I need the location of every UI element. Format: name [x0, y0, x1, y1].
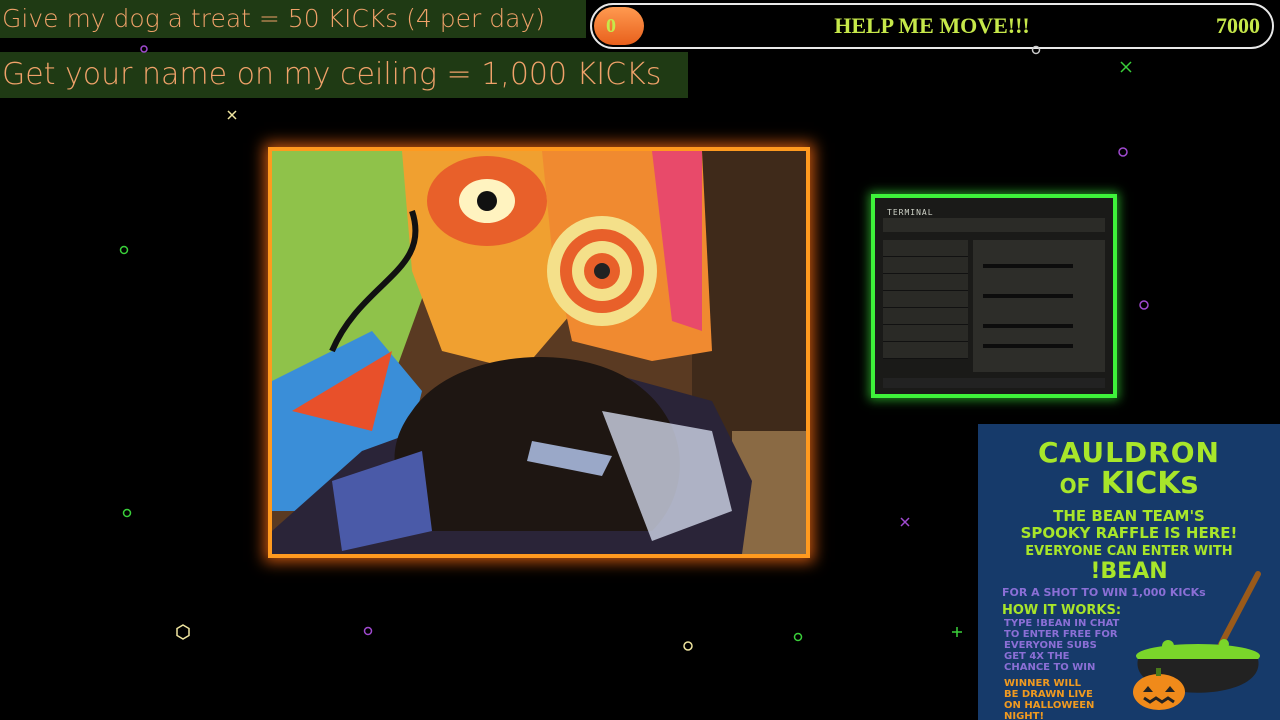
circle-particle	[1139, 300, 1149, 310]
poster-title-of: OF	[1059, 474, 1091, 498]
terminal-list-item	[883, 291, 968, 308]
webcam-image	[272, 151, 806, 554]
terminal-list-item	[883, 308, 968, 325]
circle-particle	[119, 245, 129, 255]
poster-title-line2: OF KICKs	[978, 468, 1280, 502]
dog-treat-banner: Give my dog a treat = 50 KICKs (4 per da…	[0, 0, 586, 38]
game-capture-window: TERMINAL	[871, 194, 1117, 398]
hexagon-particle	[176, 624, 190, 640]
cross-particle	[900, 517, 910, 527]
donation-goal-bar: 0 HELP ME MOVE!!! 7000	[590, 3, 1274, 49]
terminal-list-item	[883, 342, 968, 359]
raffle-poster: CAULDRON OF KICKs THE BEAN TEAM'S SPOOKY…	[978, 424, 1280, 720]
terminal-list-item	[883, 325, 968, 342]
pumpkin-icon	[1133, 668, 1185, 710]
terminal-list	[883, 240, 968, 359]
terminal-title: TERMINAL	[887, 208, 934, 217]
poster-title-kicks: KICKs	[1100, 466, 1199, 501]
terminal-footer	[883, 378, 1105, 388]
terminal-list-item	[883, 274, 968, 291]
circle-particle	[793, 632, 803, 642]
terminal-progress-bar	[983, 324, 1073, 328]
terminal-tab-bar	[883, 218, 1105, 232]
terminal-list-item	[883, 240, 968, 257]
webcam-feed	[268, 147, 810, 558]
poster-subtitle-3: EVERYONE CAN ENTER WITH	[1025, 544, 1233, 559]
circle-particle	[1031, 45, 1041, 55]
goal-title: HELP ME MOVE!!!	[834, 13, 1030, 38]
circle-particle	[122, 508, 132, 518]
circle-particle	[1118, 147, 1128, 157]
poster-subtitle-1: THE BEAN TEAM'S	[1053, 507, 1205, 525]
circle-particle	[140, 45, 148, 53]
plus-particle	[952, 627, 962, 637]
terminal-progress-bar	[983, 344, 1073, 348]
cross-particle	[227, 110, 237, 120]
terminal-progress-bar	[983, 294, 1073, 298]
terminal-progress-bar	[983, 264, 1073, 268]
terminal-main-panel	[973, 240, 1105, 372]
poster-title-line1: CAULDRON	[1038, 436, 1220, 469]
cross-particle	[1120, 61, 1132, 73]
goal-target-value: 7000	[1216, 13, 1260, 38]
poster-subtitle-2: SPOOKY RAFFLE IS HERE!	[1020, 524, 1238, 542]
terminal-list-item	[883, 257, 968, 274]
ceiling-name-banner: Get your name on my ceiling = 1,000 KICK…	[0, 52, 688, 98]
circle-particle	[683, 641, 693, 651]
circle-particle	[363, 626, 373, 636]
